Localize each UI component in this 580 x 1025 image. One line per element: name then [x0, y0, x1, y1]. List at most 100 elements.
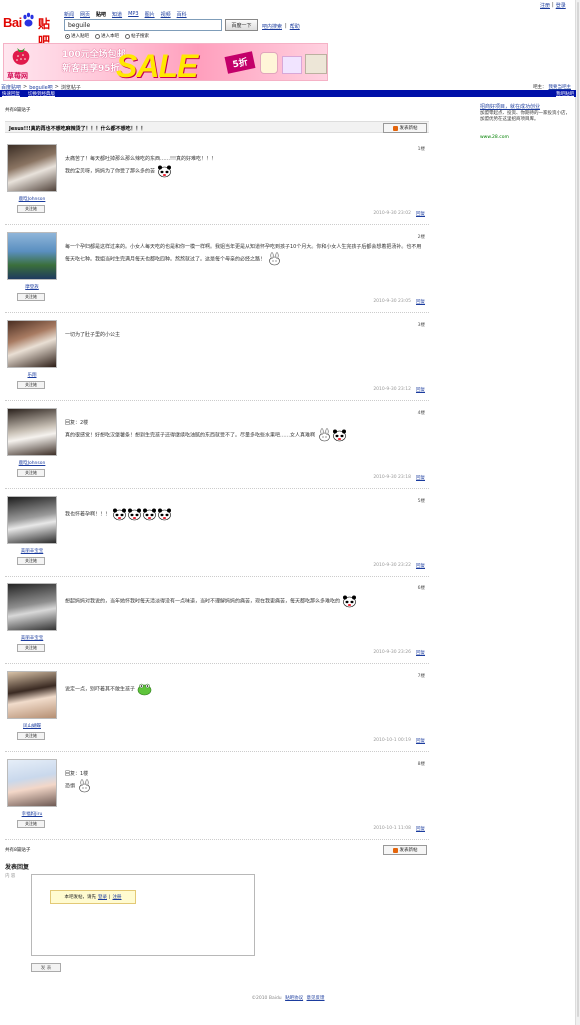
- nav-tieba[interactable]: 贴吧: [96, 11, 106, 18]
- avatar[interactable]: [7, 320, 57, 368]
- reply-link[interactable]: 回复: [416, 738, 425, 744]
- follow-button[interactable]: 关注她: [17, 469, 45, 477]
- login-link[interactable]: 登录: [98, 894, 107, 900]
- nav-zhidao[interactable]: 知道: [112, 11, 122, 18]
- reply-link[interactable]: 回复: [416, 563, 425, 569]
- login-tip-text: 本吧发帖，请先: [64, 895, 96, 900]
- reply-link[interactable]: 回复: [416, 650, 425, 656]
- post-content: 回复：1楼 恐惧: [65, 770, 425, 793]
- reply-link[interactable]: 回复: [416, 387, 425, 393]
- reply-link[interactable]: 回复: [416, 826, 425, 832]
- follow-button[interactable]: 关注她: [17, 205, 45, 213]
- reply-link[interactable]: 回复: [416, 475, 425, 481]
- quick-reply-link[interactable]: 快速回复: [2, 91, 20, 97]
- nav-video[interactable]: 视频: [161, 11, 171, 18]
- banner-discount-tag: 5折: [224, 51, 256, 74]
- post-content: 一切为了肚子里的小公主: [65, 331, 425, 340]
- sidebar-ad-url[interactable]: www.28.com: [480, 135, 509, 140]
- ad-banner[interactable]: 草莓网 100元全场包邮 新客再享95折 SALE 5折: [3, 43, 328, 81]
- my-tieba-link[interactable]: 我吧贴吧: [556, 91, 574, 97]
- post-meta: 2010-10-1 00:19 回复: [373, 738, 425, 744]
- post-time: 2010-9-30 23:12: [373, 387, 411, 392]
- footer-feedback-link[interactable]: 意见反馈: [307, 996, 325, 1001]
- follow-button[interactable]: 关注她: [17, 381, 45, 389]
- post-floor: 2楼: [417, 235, 425, 240]
- search-input[interactable]: beguile: [64, 19, 222, 31]
- new-post-button[interactable]: 发表新帖: [383, 123, 427, 133]
- post-item: 美丽辛宝宝 关注她 6楼 想起妈妈对我说的，当年她怀我时每天清淡得没有一点味道，当时不…: [5, 576, 429, 664]
- post-time: 2010-9-30 23:18: [373, 475, 411, 480]
- login-tip: 本吧发帖，请先 登录 | 注册: [50, 890, 136, 904]
- bunny-emoji-icon: [318, 428, 330, 442]
- in-bar-search-link[interactable]: 吧内搜索: [262, 23, 282, 30]
- post-username[interactable]: 鹿晗Johnson: [5, 196, 59, 202]
- nav-image[interactable]: 图片: [145, 11, 155, 18]
- post-count-bottom: 共有8篇贴子: [5, 848, 31, 853]
- help-link[interactable]: 帮助: [290, 23, 300, 30]
- new-post-icon: [392, 125, 398, 131]
- strawberry-icon: [12, 48, 30, 65]
- new-post-button-bottom[interactable]: 发表新帖: [383, 845, 427, 855]
- post-username[interactable]: 凤山蝴蝶: [5, 723, 59, 729]
- register-link[interactable]: 注册: [540, 2, 550, 9]
- avatar[interactable]: [7, 759, 57, 807]
- classic-view-link[interactable]: 切换到经典版: [28, 91, 55, 97]
- scrollbar[interactable]: [576, 0, 580, 1025]
- avatar[interactable]: [7, 496, 57, 544]
- footer-agreement-link[interactable]: 贴吧协议: [285, 996, 303, 1001]
- submit-reply-button[interactable]: 发 表: [31, 963, 61, 972]
- post-floor: 3楼: [417, 323, 425, 328]
- paw-icon: [23, 12, 34, 27]
- post-content: 每一个孕妇都是这样过来的。小女人每天吃的也是和你一模一样啊。我姐当年更是从知道怀…: [65, 243, 425, 266]
- post-text: 想起妈妈对我说的，当年她怀我时每天清淡得没有一点味道，当时不理解妈妈的痛苦，现在…: [65, 598, 341, 605]
- follow-button[interactable]: 关注她: [17, 820, 45, 828]
- scrollbar-thumb[interactable]: [577, 2, 579, 1017]
- baidu-tieba-logo[interactable]: Bai 贴吧: [3, 12, 59, 48]
- reply-textarea[interactable]: [31, 874, 255, 956]
- follow-button[interactable]: 关注她: [17, 557, 45, 565]
- product-image: [260, 52, 278, 74]
- nav-baike[interactable]: 百科: [177, 11, 187, 18]
- post-text: 太痛苦了！每天都吐掉那么那么辣吃的东西……!!!真的好难吃！！！ 我的宝贝呀，妈妈…: [65, 156, 217, 175]
- post-time: 2010-9-30 23:22: [373, 563, 411, 568]
- avatar[interactable]: [7, 583, 57, 631]
- post-username[interactable]: 鹿晗Johnson: [5, 460, 59, 466]
- nav-web[interactable]: 网页: [80, 11, 90, 18]
- post-username[interactable]: 摩登族: [5, 284, 59, 290]
- post-meta: 2010-9-30 23:18 回复: [373, 475, 425, 481]
- follow-button[interactable]: 关注她: [17, 644, 45, 652]
- nav-news[interactable]: 新闻: [64, 11, 74, 18]
- register-link[interactable]: 注册: [113, 894, 122, 900]
- post-username[interactable]: 美丽辛宝宝: [5, 635, 59, 641]
- avatar[interactable]: [7, 671, 57, 719]
- radio-enter-tieba[interactable]: 进入贴吧: [65, 33, 89, 39]
- post-username[interactable]: 美丽辛宝宝: [5, 548, 59, 554]
- reply-link[interactable]: 回复: [416, 299, 425, 305]
- follow-button[interactable]: 关注她: [17, 293, 45, 301]
- post-username[interactable]: 乐翔: [5, 372, 59, 378]
- avatar[interactable]: [7, 408, 57, 456]
- post-text: 一切为了肚子里的小公主: [65, 332, 121, 338]
- panda-emoji-icon: [112, 508, 126, 521]
- sidebar-ad-title[interactable]: 招商好项目，就在成功创业: [480, 103, 540, 110]
- post-item: 鹿晗Johnson 关注她 4楼 回复：2楼 真的很感觉！好想吃汉堡薯条！想到生完孩子还…: [5, 401, 429, 489]
- follow-button[interactable]: 关注她: [17, 732, 45, 740]
- radio-enter-this-bar[interactable]: 进入本吧: [95, 33, 119, 39]
- post-text: 每一个孕妇都是这样过来的。小女人每天吃的也是和你一模一样啊。我姐当年更是从知道怀…: [65, 244, 422, 263]
- search-button[interactable]: 百度一下: [225, 19, 258, 31]
- login-link[interactable]: 登录: [556, 2, 566, 9]
- avatar[interactable]: [7, 144, 57, 192]
- post-floor: 8楼: [417, 762, 425, 767]
- post-content: 说定一点，别吓着其不敢生孩子: [65, 682, 425, 696]
- post-time: 2010-9-30 23:02: [373, 211, 411, 216]
- reply-link[interactable]: 回复: [416, 211, 425, 217]
- sidebar-ad-desc: 加盟零起点、投资、你期待的一家投资小店，加盟优势在这里招商项目库。: [480, 111, 570, 122]
- post-username[interactable]: 幸福妈Jiru: [5, 811, 59, 817]
- product-image: [282, 56, 302, 74]
- radio-post-search[interactable]: 帖子搜索: [125, 33, 149, 39]
- nav-mp3[interactable]: MP3: [128, 11, 139, 18]
- banner-sale-text: SALE: [116, 48, 198, 81]
- post-content: 想起妈妈对我说的，当年她怀我时每天清淡得没有一点味道，当时不理解妈妈的痛苦，现在…: [65, 594, 425, 608]
- avatar[interactable]: [7, 232, 57, 280]
- page: 注册 | 登录 Bai 贴吧 新闻 网页 贴吧 知道 MP3 图片 视频 百科 …: [0, 0, 576, 1025]
